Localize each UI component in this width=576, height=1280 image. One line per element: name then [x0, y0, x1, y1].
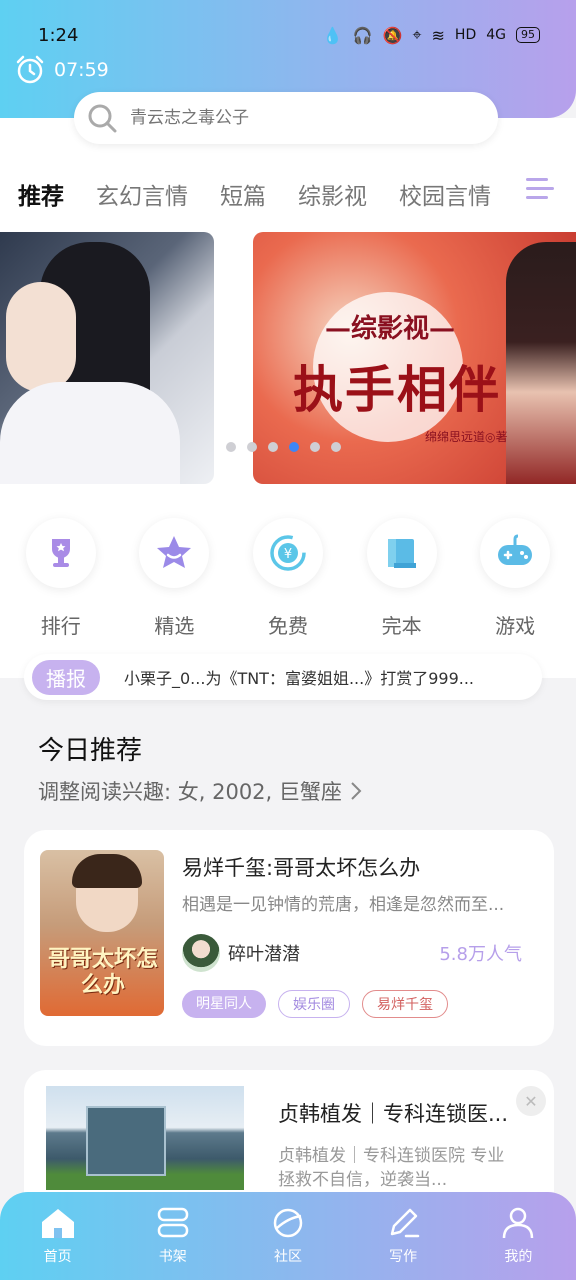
quick-nav-games[interactable]: 游戏 [470, 518, 560, 656]
nav-label: 书架 [158, 1249, 187, 1265]
banner-author: 绵绵思远道◎著 [425, 430, 508, 444]
book-icon [387, 539, 416, 568]
book-description: 相遇是一见钟情的荒唐，相逢是忽然而至... [182, 895, 505, 915]
carousel-indicator [226, 442, 341, 452]
category-menu-icon[interactable] [524, 174, 560, 204]
banner-figure [506, 242, 576, 484]
yen-coin-icon: ¥ [270, 535, 306, 571]
drop-icon: 💧 [322, 25, 343, 45]
quick-nav-featured[interactable]: 精选 [129, 518, 219, 656]
headphones-icon: 🎧 [352, 25, 373, 45]
close-icon[interactable]: ✕ [516, 1086, 546, 1116]
author-row: 碎叶潜潜 5.8万人气 [182, 934, 522, 972]
cover-figure-hair [72, 854, 142, 888]
nav-home[interactable]: 首页 [18, 1206, 98, 1280]
tag[interactable]: 明星同人 [182, 990, 266, 1018]
tab-short[interactable]: 短篇 [220, 177, 266, 211]
broadcast-ticker[interactable]: 播报 小栗子_0...为《TNT：富婆姐姐...》打赏了999... [24, 654, 542, 700]
search-bar[interactable] [74, 92, 498, 144]
banner-subtitle: —综影视— [325, 314, 456, 344]
status-icons: 💧 🎧 🔕 ⌖ ≋ HD 4G 95 [323, 25, 540, 45]
quick-nav-label: 游戏 [495, 614, 536, 638]
ad-image[interactable] [46, 1086, 244, 1190]
cover-title: 哥哥太坏怎么办 [47, 946, 158, 998]
category-tabs: 推荐 玄幻言情 短篇 综影视 校园言情 [0, 166, 576, 226]
avatar[interactable] [182, 934, 220, 972]
carousel-dot[interactable] [268, 442, 278, 452]
quick-nav-label: 排行 [40, 614, 81, 638]
author-name[interactable]: 碎叶潜潜 [228, 940, 300, 966]
battery-icon: 95 [516, 27, 540, 43]
carousel-dot[interactable] [247, 442, 257, 452]
tag[interactable]: 易烊千玺 [362, 990, 448, 1018]
carousel-dot[interactable] [331, 442, 341, 452]
nav-profile[interactable]: 我的 [478, 1206, 558, 1280]
network-type: HD [454, 27, 477, 43]
quick-nav-free[interactable]: ¥ 免费 [243, 518, 333, 656]
quick-nav-label: 精选 [154, 614, 195, 638]
nav-label: 首页 [43, 1249, 72, 1265]
svg-text:¥: ¥ [284, 547, 292, 562]
book-tags: 明星同人 娱乐圈 易烊千玺 [182, 990, 448, 1018]
chevron-right-icon [351, 782, 362, 800]
trophy-icon [51, 539, 70, 567]
status-time: 1:24 [38, 24, 79, 46]
bottom-nav: 首页 书架 社区 写作 我的 [0, 1192, 576, 1280]
carousel-dot[interactable] [226, 442, 236, 452]
alarm-time: 07:59 [54, 59, 109, 81]
today-recommend-title: 今日推荐 [38, 736, 143, 766]
quick-nav-label: 免费 [267, 614, 308, 638]
banner-figure-face [6, 282, 76, 392]
nav-label: 社区 [273, 1249, 302, 1265]
planet-icon [273, 1208, 303, 1238]
star-icon [157, 536, 192, 568]
book-title[interactable]: 易烊千玺:哥哥太坏怎么办 [182, 852, 420, 882]
tab-film-tv[interactable]: 综影视 [298, 177, 367, 211]
nav-write[interactable]: 写作 [363, 1206, 443, 1280]
banner-slide-previous[interactable] [0, 232, 214, 484]
reading-interest-text: 调整阅读兴趣: 女, 2002, 巨蟹座 [38, 780, 342, 804]
ad-title[interactable]: 贞韩植发｜专科连锁医... [278, 1098, 528, 1128]
nav-label: 写作 [389, 1249, 418, 1265]
popularity-count: 5.8万人气 [439, 944, 522, 965]
book-cover[interactable]: 哥哥太坏怎么办 [40, 850, 164, 1016]
tab-fantasy-romance[interactable]: 玄幻言情 [96, 177, 188, 211]
ad-description: 贞韩植发｜专科连锁医院 专业拯救不自信，逆袭当... [278, 1146, 505, 1190]
ad-building [86, 1106, 166, 1176]
broadcast-badge: 播报 [32, 659, 100, 695]
banner-figure-robe [0, 382, 180, 484]
alarm-clock-icon [16, 55, 44, 84]
book-card[interactable]: 哥哥太坏怎么办 易烊千玺:哥哥太坏怎么办 相遇是一见钟情的荒唐，相逢是忽然而至.… [24, 830, 554, 1046]
signal-type: 4G [486, 27, 506, 43]
status-bar: 1:24 💧 🎧 🔕 ⌖ ≋ HD 4G 95 [0, 18, 576, 52]
carousel-dot[interactable] [310, 442, 320, 452]
search-icon [88, 104, 117, 133]
banner-title: 执手相伴 [293, 360, 501, 419]
tab-campus-romance[interactable]: 校园言情 [399, 177, 491, 211]
pen-icon [390, 1208, 420, 1238]
banner-carousel[interactable]: —综影视— 执手相伴 绵绵思远道◎著 [0, 232, 576, 486]
home-icon [41, 1209, 74, 1238]
quick-nav-completed[interactable]: 完本 [357, 518, 447, 656]
wifi-icon: ≋ [431, 25, 445, 45]
tag[interactable]: 娱乐圈 [278, 990, 350, 1018]
nav-bookshelf[interactable]: 书架 [133, 1206, 213, 1280]
search-input[interactable] [130, 108, 470, 128]
user-icon [503, 1207, 534, 1239]
gamepad-icon [498, 534, 533, 565]
bookshelf-icon [157, 1207, 189, 1238]
nav-community[interactable]: 社区 [248, 1206, 328, 1280]
quick-nav-ranking[interactable]: 排行 [16, 518, 106, 656]
location-icon: ⌖ [412, 25, 422, 44]
quick-nav-label: 完本 [381, 614, 422, 638]
mute-vibrate-icon: 🔕 [382, 25, 403, 45]
alarm-indicator: 07:59 [14, 54, 109, 86]
carousel-dot-active[interactable] [289, 442, 299, 452]
broadcast-text[interactable]: 小栗子_0...为《TNT：富婆姐姐...》打赏了999... [124, 665, 524, 689]
reading-interest-link[interactable]: 调整阅读兴趣: 女, 2002, 巨蟹座 [38, 776, 364, 806]
quick-nav: 排行 精选 ¥ 免费 完本 游戏 [0, 486, 576, 656]
tab-recommend[interactable]: 推荐 [18, 177, 64, 211]
nav-label: 我的 [504, 1249, 533, 1265]
